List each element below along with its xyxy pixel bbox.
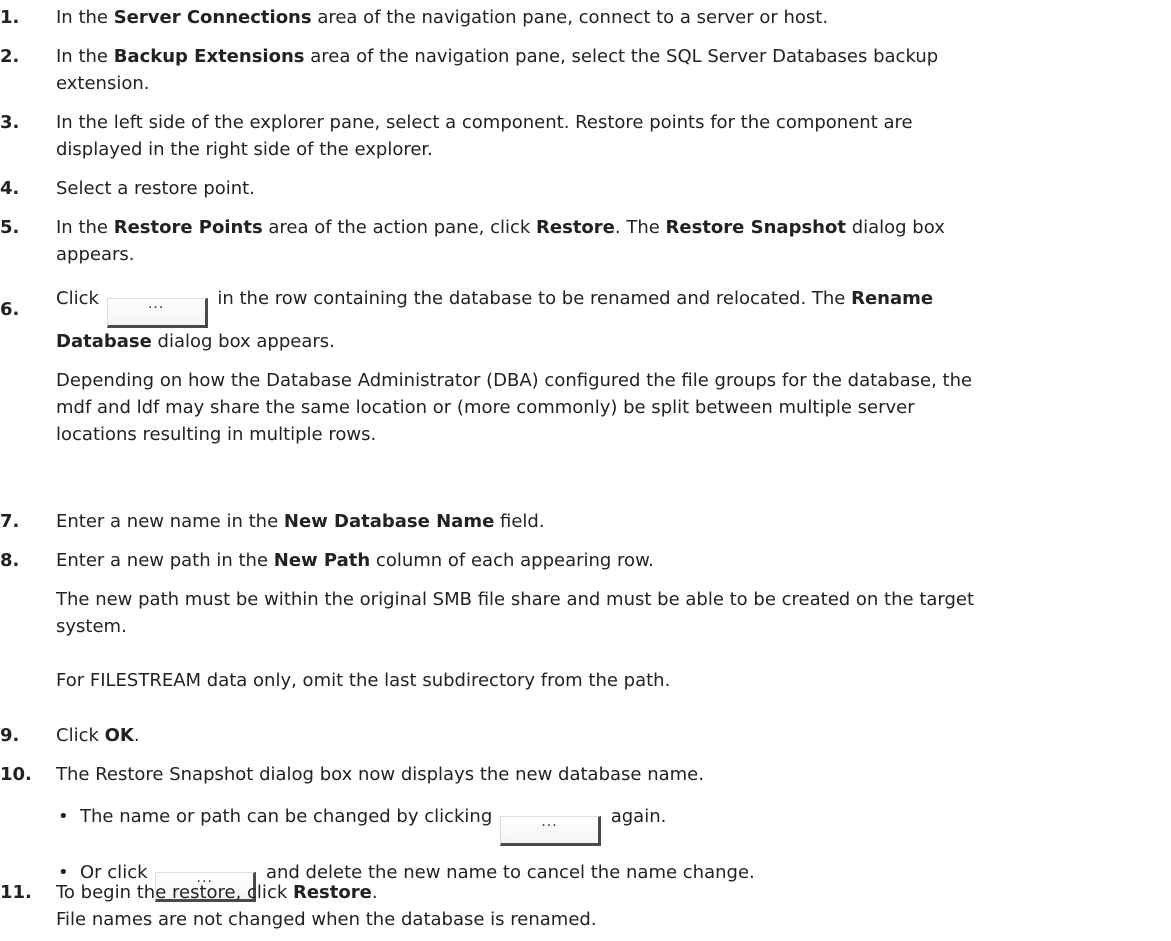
ellipsis-button[interactable]: ... [500, 815, 601, 846]
step-text: The Restore Snapshot dialog box now disp… [56, 764, 704, 785]
step-note: The new path must be within the original… [56, 589, 975, 637]
step-text: Select a restore point. [56, 178, 255, 199]
step-2: 2. In the Backup Extensions area of the … [0, 43, 942, 97]
step-8: 8. Enter a new path in the New Path colu… [0, 547, 978, 694]
step-note: For FILESTREAM data only, omit the last … [56, 670, 671, 691]
step-number: 1. [0, 7, 20, 28]
step-text: Click ... in the row containing the data… [56, 282, 972, 328]
step-number: 11. [0, 882, 32, 903]
step-9: 9. Click OK. [0, 722, 144, 749]
step-6: 6. Click ... in the row containing the d… [0, 282, 976, 448]
step-text: In the left side of the explorer pane, s… [56, 112, 913, 133]
step-5: 5. In the Restore Points area of the act… [0, 214, 949, 268]
step-text-continued: extension. [56, 73, 150, 94]
bullet-item: • The name or path can be changed by cli… [56, 800, 755, 846]
step-number: 6. [0, 299, 20, 320]
step-text: In the Server Connections area of the na… [56, 7, 829, 28]
step-text-continued: Database dialog box appears. [56, 331, 335, 352]
step-text: Enter a new path in the New Path column … [56, 550, 654, 571]
step-text: Click OK. [56, 725, 140, 746]
step-text: To begin the restore, click Restore. [56, 882, 378, 903]
step-number: 10. [0, 764, 32, 785]
step-4: 4. Select a restore point. [0, 175, 259, 202]
step-11: 11. To begin the restore, click Restore.… [0, 879, 601, 933]
step-3: 3. In the left side of the explorer pane… [0, 109, 917, 163]
bullet-marker: • [58, 806, 69, 827]
step-7: 7. Enter a new name in the New Database … [0, 508, 549, 535]
step-text-continued: displayed in the right side of the explo… [56, 139, 433, 160]
step-text: In the Restore Points area of the action… [56, 217, 945, 238]
step-1: 1. In the Server Connections area of the… [0, 4, 832, 31]
ellipsis-button[interactable]: ... [106, 297, 208, 328]
step-text: In the Backup Extensions area of the nav… [56, 46, 939, 67]
step-number: 9. [0, 725, 20, 746]
step-number: 7. [0, 511, 20, 532]
step-number: 2. [0, 46, 20, 67]
step-number: 4. [0, 178, 20, 199]
step-number: 5. [0, 217, 20, 238]
step-note: Depending on how the Database Administra… [56, 370, 973, 445]
step-note: File names are not changed when the data… [56, 909, 597, 930]
step-text-continued: appears. [56, 244, 135, 265]
step-number: 3. [0, 112, 20, 133]
step-number: 8. [0, 550, 20, 571]
step-text: Enter a new name in the New Database Nam… [56, 511, 545, 532]
